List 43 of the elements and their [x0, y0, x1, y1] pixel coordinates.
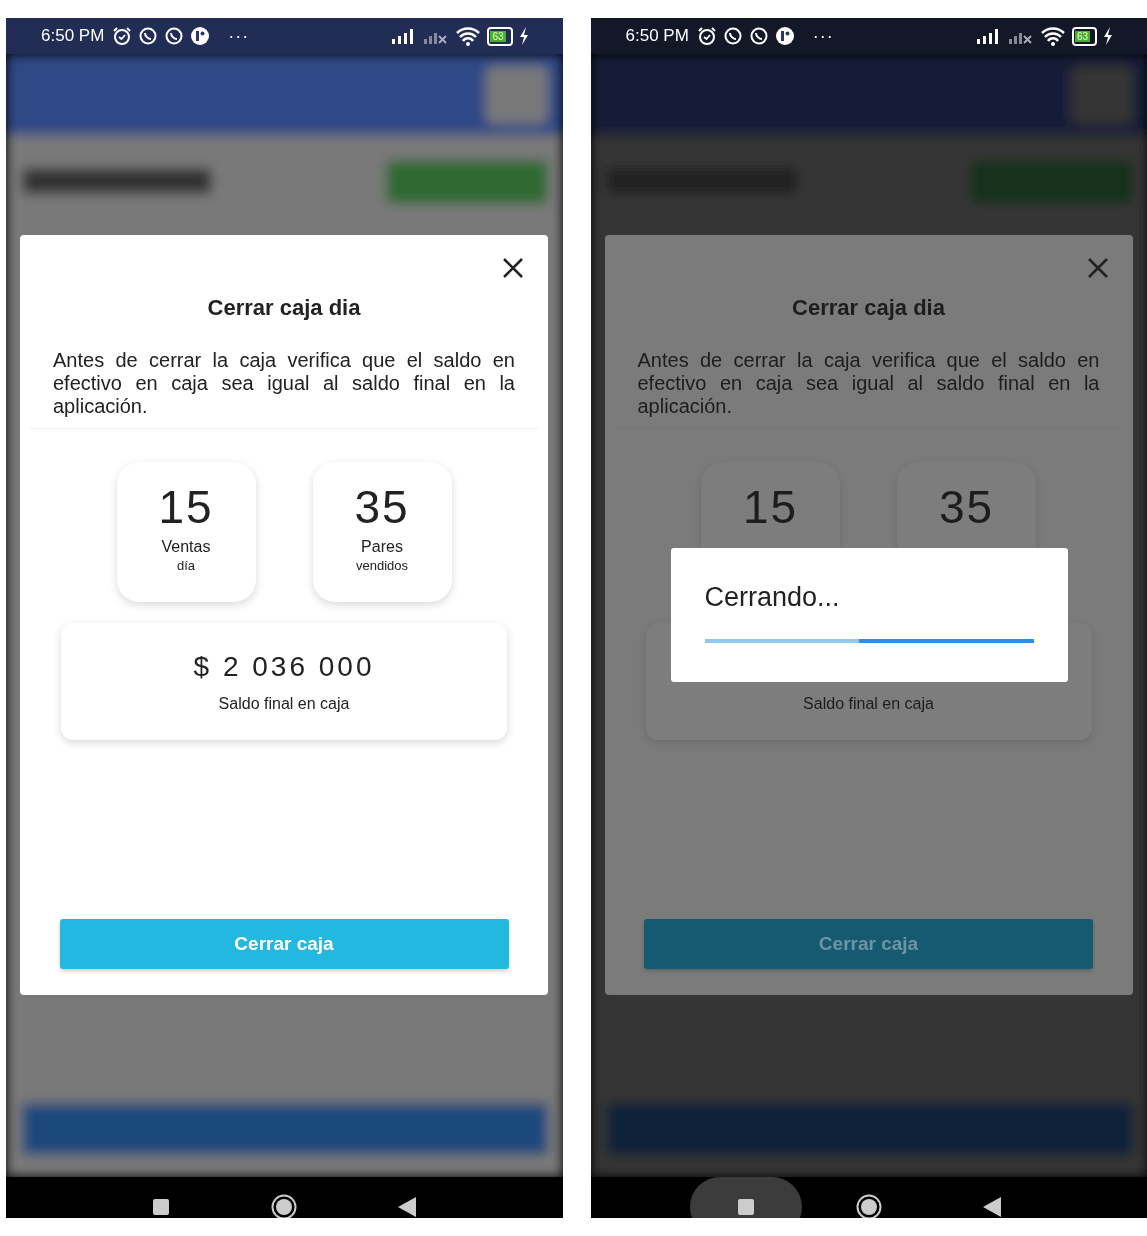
chat-bubble-icon: [164, 26, 185, 46]
chat-bubble-icon: [722, 26, 743, 46]
back-triangle-icon: [398, 1196, 417, 1217]
back-triangle-icon: [982, 1196, 1001, 1217]
clock-time: 6:50 PM: [41, 26, 105, 46]
round-app-icon: [190, 26, 211, 46]
dialog-title: Cerrar caja dia: [207, 295, 361, 321]
balance-label: Saldo final en caja: [803, 695, 934, 713]
wifi-icon: [1039, 26, 1066, 46]
close-icon: [1086, 257, 1109, 279]
alarm-clock-icon: [696, 26, 717, 46]
balance-label: Saldo final en caja: [218, 695, 350, 713]
dialog-title: Cerrar caja dia: [792, 295, 945, 321]
alarm-clock-icon: [112, 26, 133, 46]
round-app-icon: [774, 26, 795, 46]
stat-label: Pares: [361, 538, 403, 556]
recents-button[interactable]: [689, 1176, 802, 1218]
balance-amount: $ 2 036 000: [193, 651, 375, 684]
wifi-icon: [455, 26, 482, 46]
stat-label: Ventas: [161, 538, 211, 556]
stat-sublabel: día: [176, 558, 196, 573]
stat-value: 35: [938, 482, 995, 532]
stat-value: 35: [354, 482, 410, 532]
chat-bubble-icon: [138, 26, 159, 46]
dialog-message: Antes de cerrar la caja verifica que el saldo en efectivo en caja sea igual al saldo final en la aplicación.: [637, 349, 1100, 418]
more-notifications: ···: [228, 25, 250, 47]
stat-sublabel: vendidos: [355, 558, 408, 573]
battery-indicator: 63: [1071, 26, 1097, 46]
battery-indicator: 63: [487, 26, 513, 46]
square-icon: [737, 1198, 754, 1215]
charging-bolt-icon: [518, 27, 529, 45]
close-icon: [502, 257, 524, 279]
dialog-message: Antes de cerrar la caja verifica que el saldo en efectivo en caja sea igual al saldo final en la aplicación.: [53, 349, 515, 418]
more-notifications: ···: [812, 25, 834, 47]
stat-value: 15: [742, 482, 799, 532]
charging-bolt-icon: [1103, 27, 1113, 45]
loading-text: Cerrando...: [704, 582, 841, 613]
chat-bubble-icon: [748, 26, 769, 46]
close-register-button[interactable]: Cerrar caja: [59, 919, 509, 969]
square-icon: [153, 1198, 170, 1215]
clock-time: 6:50 PM: [625, 26, 689, 46]
stat-value: 15: [158, 482, 214, 532]
close-register-button[interactable]: Cerrar caja: [644, 919, 1093, 969]
